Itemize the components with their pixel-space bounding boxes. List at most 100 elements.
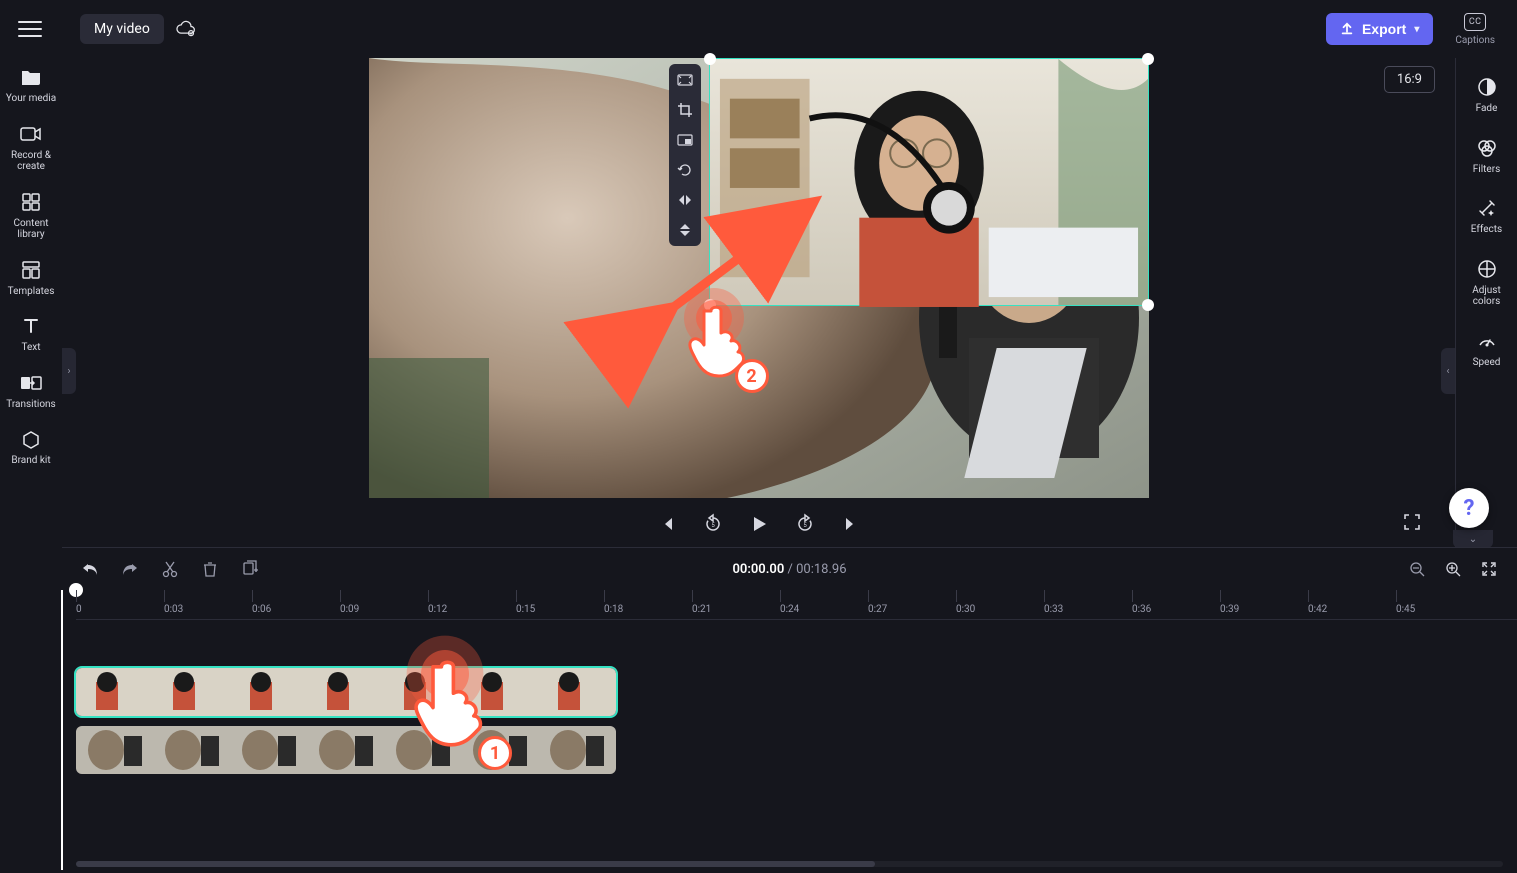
flip-h-icon[interactable] [675,190,695,210]
sidebar-item-speed[interactable]: Speed [1459,330,1515,369]
text-icon [20,315,42,337]
timeline-tracks: || || [62,620,1517,873]
zoom-out-button[interactable] [1407,559,1427,579]
ruler-tick: 0:39 [1220,590,1239,619]
undo-button[interactable] [80,559,100,579]
preview-area: 16:9 [62,58,1455,547]
track-thumbnails [76,668,616,716]
fullscreen-button[interactable] [1403,513,1425,535]
sidebar-item-label: Content library [3,218,59,241]
filters-icon [1476,137,1498,159]
zoom-in-button[interactable] [1443,559,1463,579]
fit-icon[interactable] [675,70,695,90]
current-time: 00:00.00 [732,562,784,577]
timeline-panel: 00:00.00 / 00:18.96 0 0:03 0:06 0:09 0:12 0:1… [62,547,1517,873]
ruler-tick: 0:09 [340,590,359,619]
sidebar-item-filters[interactable]: Filters [1459,137,1515,176]
sidebar-item-transitions[interactable]: Transitions [3,372,59,411]
prev-frame-button[interactable] [656,513,678,535]
templates-icon [20,259,42,281]
captions-icon: CC [1464,13,1486,31]
sidebar-item-label: Brand kit [11,455,50,467]
timeline-track-2[interactable] [76,726,616,774]
top-bar: My video Export ▾ CC Captions [0,0,1517,58]
timeline-scrollbar[interactable] [76,861,1503,867]
ruler-tick: 0:15 [516,590,535,619]
rewind-5s-button[interactable]: 5 [702,513,724,535]
ruler-tick: 0:21 [692,590,711,619]
ruler-tick: 0 [76,590,82,619]
captions-button[interactable]: CC Captions [1455,13,1495,46]
sidebar-item-label: Transitions [6,399,55,411]
left-sidebar: Your media Record & create Content libra… [0,58,62,873]
sidebar-item-adjust-colors[interactable]: Adjust colors [1459,258,1515,308]
pip-icon[interactable] [675,130,695,150]
aspect-ratio-selector[interactable]: 16:9 [1384,66,1435,93]
play-button[interactable] [748,513,770,535]
delete-button[interactable] [200,559,220,579]
split-button[interactable] [160,559,180,579]
ruler-tick: 0:24 [780,590,799,619]
track-thumbnails [76,726,616,774]
export-label: Export [1362,21,1406,37]
sidebar-item-label: Speed [1473,357,1501,369]
help-button[interactable]: ? [1449,488,1489,528]
duplicate-button[interactable] [240,559,260,579]
sidebar-item-label: Templates [8,286,55,298]
sidebar-item-content-library[interactable]: Content library [3,191,59,241]
export-button[interactable]: Export ▾ [1326,13,1433,45]
forward-5s-button[interactable]: 5 [794,513,816,535]
sidebar-item-your-media[interactable]: Your media [3,66,59,105]
timeline-track-1[interactable]: || || [76,668,616,716]
sidebar-item-label: Fade [1476,103,1498,115]
zoom-fit-button[interactable] [1479,559,1499,579]
sidebar-item-label: Text [21,342,40,354]
sidebar-item-fade[interactable]: Fade [1459,76,1515,115]
resize-handle-tl[interactable] [704,53,716,65]
timeline-timecode: 00:00.00 / 00:18.96 [732,562,846,577]
ruler-tick: 0:12 [428,590,447,619]
chevron-down-icon: ▾ [1414,24,1419,35]
sidebar-item-label: Adjust colors [1459,285,1515,308]
menu-button[interactable] [18,17,42,41]
brand-kit-icon [20,428,42,450]
sidebar-item-text[interactable]: Text [3,315,59,354]
timeline-ruler[interactable]: 00:030:060:090:120:150:180:210:240:270:3… [76,590,1517,620]
speed-icon [1476,330,1498,352]
library-icon [20,191,42,213]
adjust-colors-icon [1476,258,1498,280]
ruler-tick: 0:27 [868,590,887,619]
preview-canvas[interactable]: 2 [369,58,1149,498]
sidebar-item-label: Effects [1471,224,1502,236]
next-frame-button[interactable] [840,513,862,535]
folder-icon [20,66,42,88]
ruler-tick: 0:03 [164,590,183,619]
resize-handle-tr[interactable] [1142,53,1154,65]
ruler-tick: 0:33 [1044,590,1063,619]
ruler-tick: 0:30 [956,590,975,619]
ruler-tick: 0:36 [1132,590,1151,619]
sidebar-item-effects[interactable]: Effects [1459,197,1515,236]
cloud-sync-icon[interactable] [176,21,196,37]
scrollbar-thumb[interactable] [76,861,875,867]
sidebar-item-label: Your media [6,93,56,105]
annotation-badge-2: 2 [735,359,769,393]
svg-text:5: 5 [803,522,807,529]
redo-button[interactable] [120,559,140,579]
annotation-hand-1: 1 [402,650,512,770]
sidebar-item-templates[interactable]: Templates [3,259,59,298]
playback-controls: 5 5 [62,502,1455,546]
ruler-tick: 0:06 [252,590,271,619]
annotation-badge-1: 1 [478,736,512,770]
sidebar-item-record-create[interactable]: Record & create [3,123,59,173]
sidebar-item-label: Filters [1473,164,1501,176]
picture-in-picture-clip[interactable] [709,58,1149,306]
project-title[interactable]: My video [80,14,164,44]
sidebar-item-brand-kit[interactable]: Brand kit [3,428,59,467]
resize-handle-br[interactable] [1142,299,1154,311]
right-panel-collapse[interactable]: ⌄ [1453,530,1493,548]
crop-icon[interactable] [675,100,695,120]
rotate-icon[interactable] [675,160,695,180]
flip-v-icon[interactable] [675,220,695,240]
ruler-tick: 0:45 [1396,590,1415,619]
